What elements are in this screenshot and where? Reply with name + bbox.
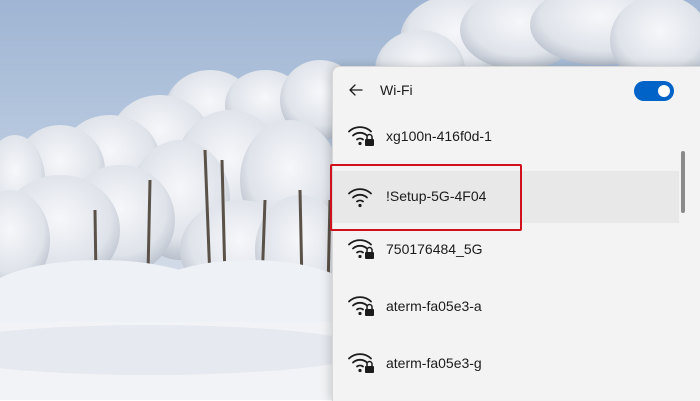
scrollbar-thumb[interactable] [681, 151, 685, 213]
network-item[interactable]: 750176484_5G [333, 223, 679, 280]
wifi-flyout-panel: Wi-Fi xg100n-416f0d-1 !Setup-5G-4F04 750… [332, 66, 700, 401]
network-item[interactable]: aterm-fa05e3-g [333, 337, 679, 394]
wifi-secured-icon [348, 296, 374, 316]
network-item-selected[interactable]: !Setup-5G-4F04 [333, 171, 679, 223]
flyout-header: Wi-Fi [333, 67, 700, 113]
wifi-secured-icon [348, 126, 374, 146]
network-ssid: aterm-fa05e3-a [386, 298, 482, 314]
wifi-secured-icon [348, 239, 374, 259]
toggle-knob [658, 85, 670, 97]
back-arrow-icon [349, 84, 363, 96]
network-list: xg100n-416f0d-1 !Setup-5G-4F04 750176484… [333, 113, 679, 394]
back-button[interactable] [345, 79, 367, 101]
wifi-secured-icon [348, 353, 374, 373]
wifi-toggle[interactable] [634, 81, 674, 101]
network-item[interactable]: aterm-fa05e3-a [333, 280, 679, 337]
network-ssid: aterm-fa05e3-g [386, 355, 482, 371]
flyout-title: Wi-Fi [380, 82, 413, 98]
network-item[interactable]: xg100n-416f0d-1 [333, 113, 679, 157]
wifi-icon [348, 188, 372, 208]
network-ssid: 750176484_5G [386, 241, 483, 257]
network-ssid: !Setup-5G-4F04 [386, 188, 487, 204]
network-ssid: xg100n-416f0d-1 [386, 128, 492, 144]
